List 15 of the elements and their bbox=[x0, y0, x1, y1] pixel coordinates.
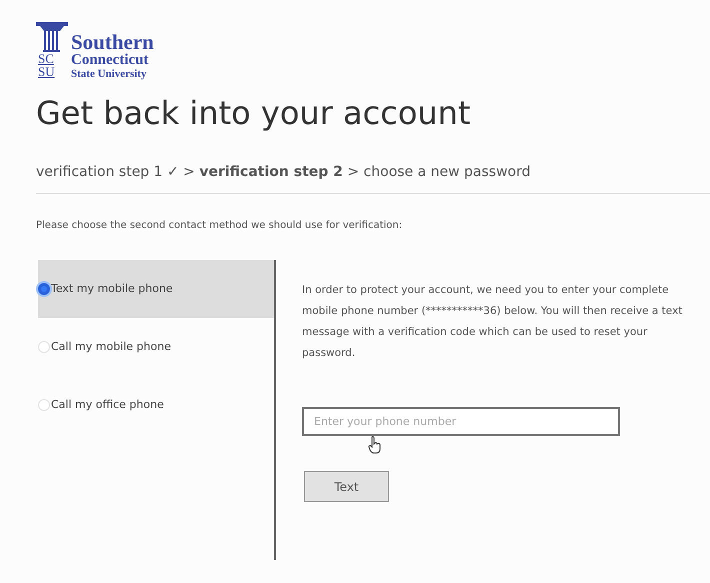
column-icon bbox=[36, 22, 68, 52]
instruction-text: Please choose the second contact method we should use for verification: bbox=[36, 219, 404, 233]
contact-method-option[interactable]: Text my mobile phone bbox=[38, 260, 274, 318]
phone-input[interactable]: Enter your phone number bbox=[302, 407, 620, 436]
logo-text: State University bbox=[71, 68, 148, 81]
instruction-paragraph: In order to protect your account, we need you to enter your complete mobile phone number (***********36) below. You will then receive a text message with a verification code which can be used to reset your password. bbox=[302, 283, 684, 361]
logo-text: Southern bbox=[71, 32, 154, 52]
contact-method-option[interactable]: Call my mobile phone bbox=[38, 318, 274, 376]
text-button[interactable]: Text bbox=[304, 471, 389, 502]
logo-initials: SC bbox=[38, 52, 54, 65]
contact-method-option[interactable]: Call my office phone bbox=[38, 376, 274, 434]
logo-text: Connecticut bbox=[71, 52, 150, 68]
logo-initials: SU bbox=[38, 65, 55, 78]
hand-cursor-icon bbox=[368, 436, 382, 454]
page-title: Get back into your account bbox=[36, 93, 472, 134]
